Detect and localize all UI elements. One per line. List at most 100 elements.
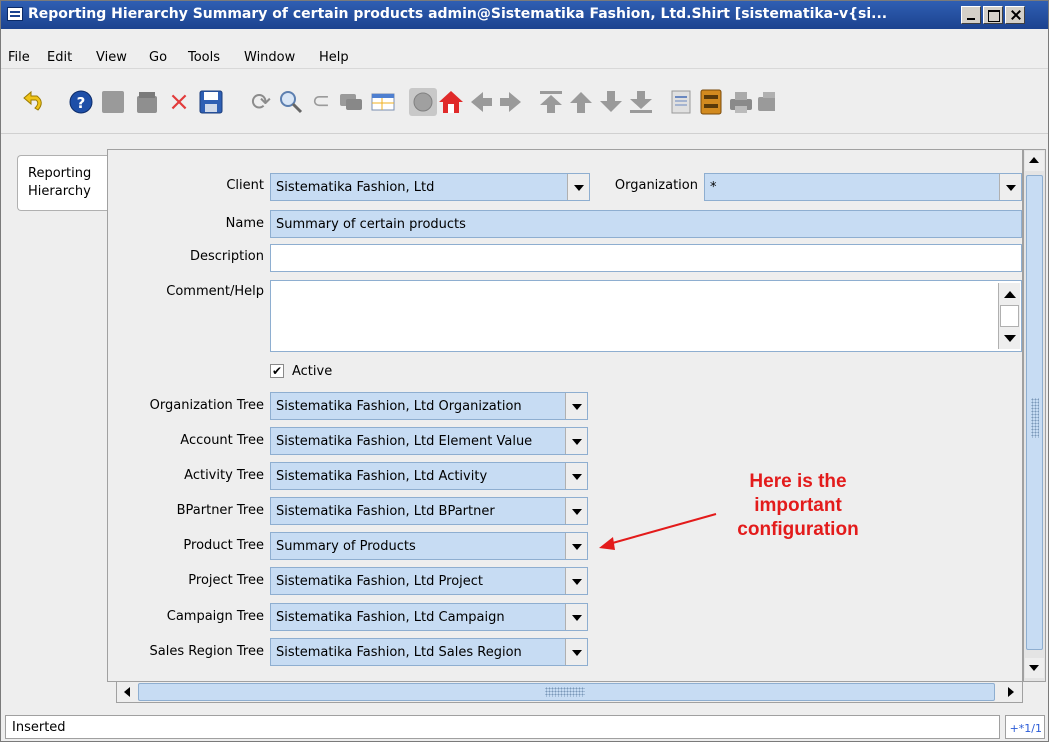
comment-scroll-up-icon[interactable] — [1004, 291, 1016, 298]
organization-dropdown-arrow-icon[interactable] — [999, 174, 1021, 200]
scroll-down-arrow-icon[interactable] — [1025, 658, 1044, 678]
delete-icon[interactable]: × — [165, 88, 193, 116]
chat-icon[interactable] — [337, 88, 365, 116]
find-icon[interactable] — [277, 88, 305, 116]
organization-tree-label: Organization Tree — [149, 398, 264, 413]
activity-tree-combobox[interactable]: Sistematika Fashion, Ltd Activity — [270, 462, 588, 490]
comment-help-scrollbar[interactable] — [998, 283, 1020, 349]
name-value: Summary of certain products — [276, 217, 466, 232]
tab-reporting-hierarchy[interactable]: Reporting Hierarchy — [17, 155, 108, 211]
project-tree-label: Project Tree — [188, 573, 264, 588]
application-window: Reporting Hierarchy Summary of certain p… — [0, 0, 1049, 742]
bpartner-tree-dropdown-arrow-icon[interactable] — [565, 498, 587, 524]
history-icon[interactable] — [409, 88, 437, 116]
active-checkbox[interactable]: ✔ — [270, 364, 284, 378]
help-icon[interactable]: ? — [67, 88, 95, 116]
next-record-icon[interactable] — [497, 88, 525, 116]
detail-record-icon[interactable] — [597, 88, 625, 116]
campaign-tree-label: Campaign Tree — [166, 609, 264, 624]
minimize-button[interactable] — [961, 6, 981, 24]
sales-region-tree-dropdown-arrow-icon[interactable] — [565, 639, 587, 665]
print-icon[interactable] — [727, 88, 755, 116]
new-record-icon[interactable] — [99, 88, 127, 116]
organization-value: * — [710, 180, 717, 195]
scroll-left-arrow-icon[interactable] — [118, 682, 137, 702]
home-icon[interactable] — [437, 88, 465, 116]
product-tree-combobox[interactable]: Summary of Products — [270, 532, 588, 560]
maximize-button[interactable] — [983, 6, 1003, 24]
sales-region-tree-label: Sales Region Tree — [149, 644, 264, 659]
close-button[interactable] — [1005, 6, 1025, 24]
record-counter[interactable]: +*1/1 — [1005, 715, 1045, 739]
bpartner-tree-combobox[interactable]: Sistematika Fashion, Ltd BPartner — [270, 497, 588, 525]
menu-go[interactable]: Go — [149, 50, 167, 65]
menu-help[interactable]: Help — [319, 50, 349, 65]
product-tree-value: Summary of Products — [276, 539, 416, 554]
horizontal-scrollbar[interactable] — [116, 681, 1023, 703]
menu-edit[interactable]: Edit — [47, 50, 72, 65]
attachment-icon[interactable]: ⊂ — [307, 88, 335, 116]
comment-scroll-thumb[interactable] — [1000, 305, 1019, 327]
parent-record-icon[interactable] — [567, 88, 595, 116]
comment-help-textarea[interactable] — [270, 280, 1022, 352]
account-tree-dropdown-arrow-icon[interactable] — [565, 428, 587, 454]
report-icon[interactable] — [667, 88, 695, 116]
client-dropdown-arrow-icon[interactable] — [567, 174, 589, 200]
scroll-right-arrow-icon[interactable] — [1001, 682, 1020, 702]
project-tree-dropdown-arrow-icon[interactable] — [565, 568, 587, 594]
refresh-icon[interactable]: ⟳ — [247, 88, 275, 116]
name-field[interactable]: Summary of certain products — [270, 210, 1022, 238]
account-tree-label: Account Tree — [180, 433, 264, 448]
campaign-tree-value: Sistematika Fashion, Ltd Campaign — [276, 610, 505, 625]
save-icon[interactable] — [197, 88, 225, 116]
comment-scroll-down-icon[interactable] — [1004, 335, 1016, 342]
description-field[interactable] — [270, 244, 1022, 272]
annotation-line-3: configuration — [737, 519, 859, 540]
title-bar[interactable]: Reporting Hierarchy Summary of certain p… — [1, 1, 1048, 29]
archive-icon[interactable] — [697, 88, 725, 116]
client-value: Sistematika Fashion, Ltd — [276, 180, 435, 195]
menu-tools[interactable]: Tools — [188, 50, 220, 65]
horizontal-thumb-grip — [545, 687, 585, 697]
client-label: Client — [226, 178, 264, 193]
bpartner-tree-value: Sistematika Fashion, Ltd BPartner — [276, 504, 495, 519]
menu-bar: File Edit View Go Tools Window Help — [1, 29, 1048, 69]
menu-file[interactable]: File — [8, 50, 30, 65]
window-app-icon — [7, 7, 23, 21]
activity-tree-dropdown-arrow-icon[interactable] — [565, 463, 587, 489]
project-tree-combobox[interactable]: Sistematika Fashion, Ltd Project — [270, 567, 588, 595]
annotation-line-1: Here is the — [749, 471, 847, 492]
activity-tree-value: Sistematika Fashion, Ltd Activity — [276, 469, 488, 484]
horizontal-scroll-thumb[interactable] — [138, 683, 995, 701]
status-bar: Inserted +*1/1 — [1, 713, 1048, 741]
menu-window[interactable]: Window — [244, 50, 295, 65]
bpartner-tree-label: BPartner Tree — [176, 503, 264, 518]
annotation-line-2: important — [754, 495, 842, 516]
product-tree-dropdown-arrow-icon[interactable] — [565, 533, 587, 559]
organization-tree-dropdown-arrow-icon[interactable] — [565, 393, 587, 419]
previous-record-icon[interactable] — [467, 88, 495, 116]
annotation-callout: Here is the important configuration — [693, 470, 903, 542]
vertical-scrollbar[interactable] — [1023, 149, 1046, 682]
account-tree-combobox[interactable]: Sistematika Fashion, Ltd Element Value — [270, 427, 588, 455]
undo-icon[interactable] — [21, 88, 49, 116]
sales-region-tree-combobox[interactable]: Sistematika Fashion, Ltd Sales Region — [270, 638, 588, 666]
organization-label: Organization — [614, 178, 698, 193]
copy-icon[interactable] — [133, 88, 161, 116]
svg-text:?: ? — [77, 94, 86, 112]
organization-combobox[interactable]: * — [704, 173, 1022, 201]
first-record-icon[interactable] — [537, 88, 565, 116]
campaign-tree-dropdown-arrow-icon[interactable] — [565, 604, 587, 630]
grid-toggle-icon[interactable] — [369, 88, 397, 116]
window-title: Reporting Hierarchy Summary of certain p… — [28, 6, 888, 22]
product-info-icon[interactable] — [755, 88, 775, 116]
vertical-scroll-thumb[interactable] — [1026, 175, 1043, 650]
project-tree-value: Sistematika Fashion, Ltd Project — [276, 574, 484, 589]
scroll-up-arrow-icon[interactable] — [1025, 151, 1044, 171]
client-combobox[interactable]: Sistematika Fashion, Ltd — [270, 173, 590, 201]
campaign-tree-combobox[interactable]: Sistematika Fashion, Ltd Campaign — [270, 603, 588, 631]
organization-tree-combobox[interactable]: Sistematika Fashion, Ltd Organization — [270, 392, 588, 420]
product-tree-label: Product Tree — [183, 538, 264, 553]
menu-view[interactable]: View — [96, 50, 127, 65]
last-record-icon[interactable] — [627, 88, 655, 116]
